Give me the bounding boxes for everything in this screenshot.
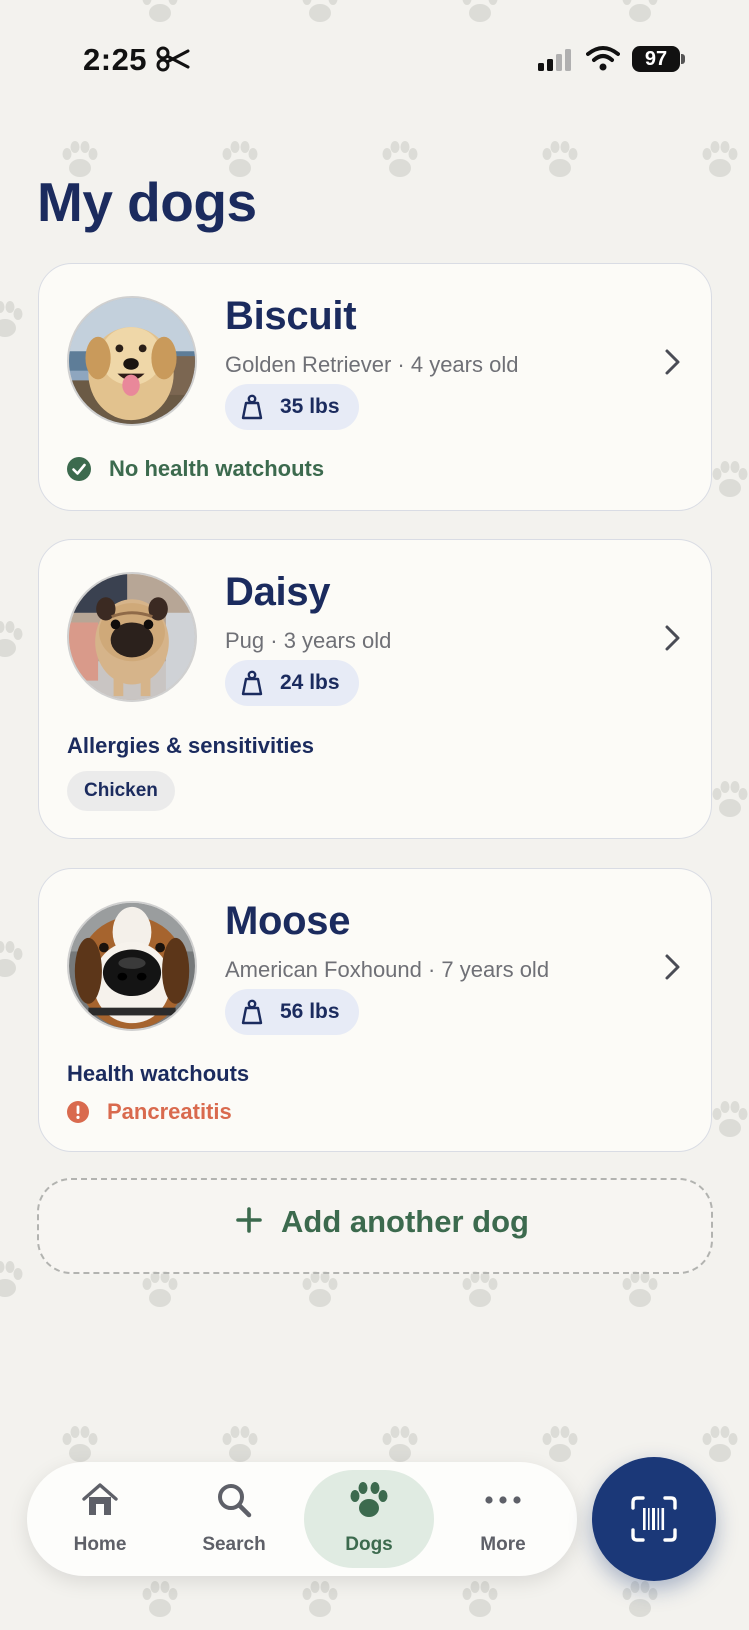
dog-breed-age: American Foxhound · 7 years old (225, 957, 550, 982)
plus-icon (236, 1207, 262, 1233)
tab-label: Dogs (345, 1534, 393, 1555)
scissors-icon (156, 46, 190, 72)
dog-avatar-biscuit (67, 296, 197, 426)
dog-breed-age: Golden Retriever · 4 years old (225, 352, 519, 377)
tab-bar: Home Search Dogs More (27, 1462, 577, 1576)
page-title: My dogs (37, 171, 257, 233)
dog-card-moose[interactable]: Moose American Foxhound · 7 years old 56… (38, 868, 712, 1152)
add-dog-button[interactable]: Add another dog (37, 1178, 713, 1274)
weight-value: 56 lbs (280, 1000, 340, 1023)
watchout-text: Pancreatitis (107, 1099, 232, 1124)
dog-name: Daisy (225, 570, 331, 614)
paw-icon (350, 1482, 388, 1517)
weight-pill: 24 lbs (225, 660, 359, 706)
weight-icon (241, 394, 263, 420)
more-icon (485, 1496, 521, 1504)
chevron-right-icon[interactable] (663, 348, 681, 376)
barcode-scan-icon (631, 1496, 677, 1542)
health-status-text: No health watchouts (109, 456, 325, 481)
health-watchouts-label: Health watchouts (67, 1061, 250, 1086)
search-icon (218, 1484, 252, 1518)
dog-card-daisy[interactable]: Daisy Pug · 3 years old 24 lbs Allergies… (38, 539, 712, 839)
chevron-right-icon[interactable] (663, 624, 681, 652)
tab-home[interactable]: Home (35, 1470, 165, 1568)
alert-circle-icon (67, 1101, 89, 1123)
status-time: 2:25 (83, 42, 148, 77)
dog-avatar-moose (67, 901, 197, 1031)
tab-label: Search (202, 1534, 266, 1555)
dog-card-biscuit[interactable]: Biscuit Golden Retriever · 4 years old 3… (38, 263, 712, 511)
add-dog-label: Add another dog (281, 1204, 529, 1239)
cellular-signal-icon (538, 49, 571, 71)
tab-more[interactable]: More (438, 1470, 568, 1568)
weight-icon (241, 999, 263, 1025)
home-icon (82, 1483, 118, 1515)
chevron-right-icon[interactable] (663, 953, 681, 981)
allergies-label: Allergies & sensitivities (67, 733, 314, 758)
dog-name: Biscuit (225, 294, 357, 338)
weight-value: 35 lbs (280, 395, 340, 418)
weight-icon (241, 670, 263, 696)
tab-dogs[interactable]: Dogs (304, 1470, 434, 1568)
dog-breed-age: Pug · 3 years old (225, 628, 392, 653)
weight-value: 24 lbs (280, 671, 340, 694)
dog-name: Moose (225, 899, 351, 943)
tab-label: More (480, 1534, 526, 1555)
battery-indicator: 97 (632, 46, 680, 72)
battery-nub (681, 54, 685, 64)
allergy-tag: Chicken (67, 771, 175, 811)
tab-search[interactable]: Search (169, 1470, 299, 1568)
dog-avatar-daisy (67, 572, 197, 702)
weight-pill: 56 lbs (225, 989, 359, 1035)
status-bar: 2:25 97 (0, 40, 749, 84)
weight-pill: 35 lbs (225, 384, 359, 430)
tab-label: Home (73, 1534, 127, 1555)
scan-barcode-button[interactable] (592, 1457, 716, 1581)
wifi-icon (586, 46, 620, 71)
check-circle-icon (67, 457, 91, 481)
